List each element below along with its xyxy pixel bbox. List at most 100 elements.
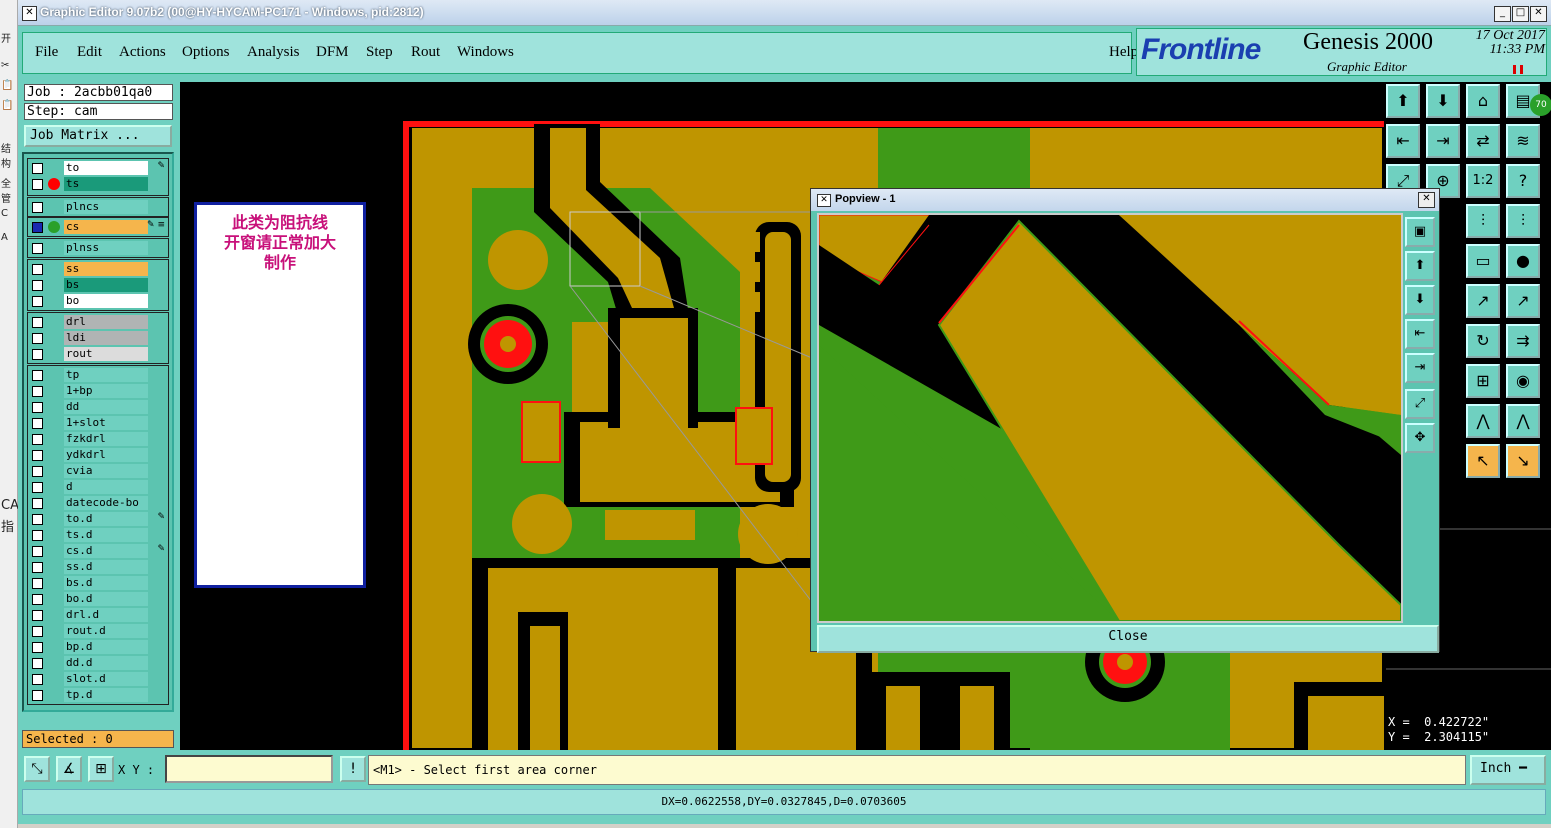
notification-badge[interactable]: 70	[1530, 94, 1551, 116]
layer-row[interactable]: dd	[28, 399, 168, 415]
layer-row[interactable]: datecode-bo	[28, 495, 168, 511]
layer-checkbox-work[interactable]	[32, 222, 43, 233]
angle-mode-icon[interactable]: ∡	[56, 756, 82, 782]
minimize-button[interactable]: _	[1494, 6, 1511, 22]
popview-down-icon[interactable]: ⬇	[1405, 285, 1435, 315]
popview-titlebar[interactable]: ✕ Popview - 1 ✕	[811, 189, 1439, 211]
bridge-icon[interactable]: ⋀	[1466, 404, 1500, 438]
layer-checkbox[interactable]	[32, 498, 43, 509]
layer-checkbox[interactable]	[32, 674, 43, 685]
layer-checkbox[interactable]	[32, 450, 43, 461]
layer-row[interactable]: tp.d	[28, 687, 168, 703]
layer-checkbox[interactable]	[32, 418, 43, 429]
grid-mode-icon[interactable]: ⊞	[88, 756, 114, 782]
layer-row[interactable]: ss.d	[28, 559, 168, 575]
snap-icon[interactable]: ≋	[1506, 124, 1540, 158]
popview-close-button[interactable]: Close	[817, 625, 1439, 653]
layer-row-bs[interactable]: bs	[28, 277, 168, 293]
layer-checkbox[interactable]	[32, 514, 43, 525]
layer-row-ldi[interactable]: ldi	[28, 330, 168, 346]
layer-row[interactable]: ts.d	[28, 527, 168, 543]
measure-2-icon[interactable]: ⫶	[1506, 204, 1540, 238]
scale-1-2-icon[interactable]: 1:2	[1466, 164, 1500, 198]
layer-checkbox[interactable]	[32, 626, 43, 637]
layer-row[interactable]: bp.d	[28, 639, 168, 655]
layer-checkbox[interactable]	[32, 578, 43, 589]
layer-checkbox[interactable]	[32, 243, 43, 254]
menu-step[interactable]: Step	[366, 44, 393, 61]
layer-row[interactable]: fzkdrl	[28, 431, 168, 447]
strip-clipboard-icon[interactable]: 📋	[1, 80, 13, 91]
layer-row[interactable]: bs.d	[28, 575, 168, 591]
popview-right-icon[interactable]: ⇥	[1405, 353, 1435, 383]
layer-checkbox[interactable]	[32, 658, 43, 669]
popview-window[interactable]: ✕ Popview - 1 ✕ ▣ ⬆ ⬇ ⇤ ⇥ ⤢ ✥ Close	[810, 188, 1440, 653]
layer-row-bo[interactable]: bo	[28, 293, 168, 309]
window-titlebar[interactable]: ✕ Graphic Editor 9.07b2 (00@HY-HYCAM-PC1…	[18, 0, 1551, 26]
layer-row[interactable]: dd.d	[28, 655, 168, 671]
layer-checkbox[interactable]	[32, 386, 43, 397]
menu-analysis[interactable]: Analysis	[247, 44, 300, 61]
layer-row[interactable]: cs.d ✎	[28, 543, 168, 559]
select-multi-icon[interactable]: ↘	[1506, 444, 1540, 478]
layer-row[interactable]: tp	[28, 367, 168, 383]
popview-layers-icon[interactable]: ▣	[1405, 217, 1435, 247]
layer-up-icon[interactable]: ⬆	[1386, 84, 1420, 118]
layer-row[interactable]: slot.d	[28, 671, 168, 687]
layer-row-plnss[interactable]: plnss	[28, 240, 168, 256]
layer-checkbox[interactable]	[32, 349, 43, 360]
layer-row[interactable]: 1+slot	[28, 415, 168, 431]
layer-checkbox[interactable]	[32, 264, 43, 275]
layer-row-to[interactable]: to ✎	[28, 160, 168, 176]
menu-edit[interactable]: Edit	[77, 44, 102, 61]
bridge-2-icon[interactable]: ⋀	[1506, 404, 1540, 438]
swap-icon[interactable]: ⇄	[1466, 124, 1500, 158]
popview-fit-icon[interactable]: ⤢	[1405, 389, 1435, 419]
layer-row[interactable]: rout.d	[28, 623, 168, 639]
layer-checkbox[interactable]	[32, 296, 43, 307]
measure-icon[interactable]: ⫶	[1466, 204, 1500, 238]
point-2-icon[interactable]: ↗	[1506, 284, 1540, 318]
layer-row-ss[interactable]: ss	[28, 261, 168, 277]
layer-checkbox[interactable]	[32, 466, 43, 477]
flip-icon[interactable]: ⇉	[1506, 324, 1540, 358]
layer-row-plncs[interactable]: plncs	[28, 199, 168, 215]
xy-input[interactable]	[165, 755, 333, 783]
menu-dfm[interactable]: DFM	[316, 44, 349, 61]
menu-windows[interactable]: Windows	[457, 44, 514, 61]
menu-actions[interactable]: Actions	[119, 44, 166, 61]
layer-checkbox[interactable]	[32, 317, 43, 328]
layer-checkbox[interactable]	[32, 482, 43, 493]
popview-canvas[interactable]	[817, 213, 1403, 623]
layer-checkbox[interactable]	[32, 562, 43, 573]
menu-help[interactable]: Help	[1109, 44, 1138, 61]
layer-checkbox[interactable]	[32, 333, 43, 344]
snap-mode-icon[interactable]: ⤡	[24, 756, 50, 782]
layer-checkbox[interactable]	[32, 434, 43, 445]
home-icon[interactable]: ⌂	[1466, 84, 1500, 118]
warning-icon[interactable]: !	[340, 756, 366, 782]
layer-row[interactable]: bo.d	[28, 591, 168, 607]
layer-row-cs[interactable]: cs ✎ ≡	[28, 219, 168, 235]
ruler-icon[interactable]: ▭	[1466, 244, 1500, 278]
menu-file[interactable]: File	[35, 44, 58, 61]
layer-checkbox[interactable]	[32, 610, 43, 621]
layer-row[interactable]: ydkdrl	[28, 447, 168, 463]
layer-checkbox[interactable]	[32, 530, 43, 541]
pad-icon[interactable]: ●	[1506, 244, 1540, 278]
pause-icon[interactable]	[1513, 65, 1523, 74]
help-query-icon[interactable]: ?	[1506, 164, 1540, 198]
layer-checkbox[interactable]	[32, 370, 43, 381]
layer-checkbox[interactable]	[32, 280, 43, 291]
arc-icon[interactable]: ↻	[1466, 324, 1500, 358]
pan-right-icon[interactable]: ⇥	[1426, 124, 1460, 158]
select-arrow-icon[interactable]: ↖	[1466, 444, 1500, 478]
layer-checkbox[interactable]	[32, 690, 43, 701]
point-icon[interactable]: ↗	[1466, 284, 1500, 318]
layer-checkbox[interactable]	[32, 594, 43, 605]
layer-checkbox[interactable]	[32, 402, 43, 413]
maximize-button[interactable]: □	[1512, 6, 1529, 22]
pan-left-icon[interactable]: ⇤	[1386, 124, 1420, 158]
shapes-icon[interactable]: ◉	[1506, 364, 1540, 398]
layer-checkbox[interactable]	[32, 202, 43, 213]
